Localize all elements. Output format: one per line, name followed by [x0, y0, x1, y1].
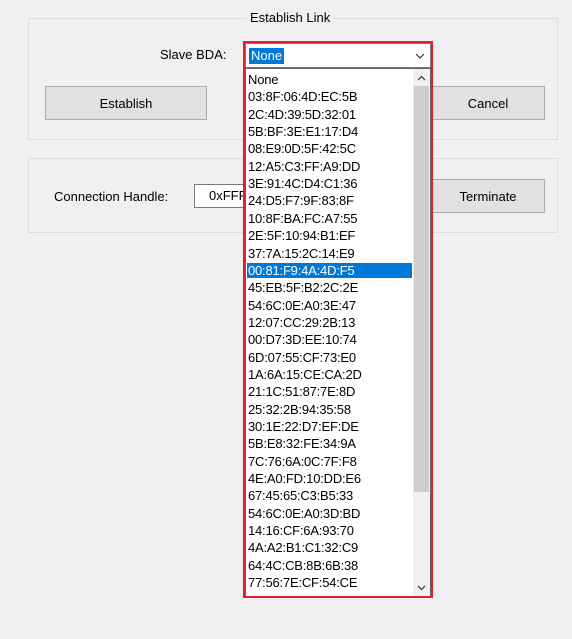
dropdown-option[interactable]: 21:1C:51:87:7E:8D [247, 384, 412, 399]
dropdown-option[interactable]: 64:4C:CB:8B:6B:38 [247, 558, 412, 573]
dropdown-option[interactable]: 1A:6A:15:CE:CA:2D [247, 367, 412, 382]
dropdown-option[interactable]: 30:1E:22:D7:EF:DE [247, 419, 412, 434]
dropdown-option[interactable]: 45:EB:5F:B2:2C:2E [247, 280, 412, 295]
dropdown-option[interactable]: 2C:4D:39:5D:32:01 [247, 107, 412, 122]
dropdown-option[interactable]: 4E:A0:FD:10:DD:E6 [247, 471, 412, 486]
scroll-down-icon[interactable] [413, 579, 430, 596]
scrollbar-thumb[interactable] [414, 86, 429, 492]
dropdown-option[interactable]: 6D:07:55:CF:73:E0 [247, 350, 412, 365]
dropdown-option[interactable]: 5B:BF:3E:E1:17:D4 [247, 124, 412, 139]
connection-handle-label: Connection Handle: [54, 189, 169, 204]
dropdown-option[interactable]: 25:32:2B:94:35:58 [247, 402, 412, 417]
dropdown-option[interactable]: 77:56:7E:CF:54:CE [247, 575, 412, 590]
dropdown-option[interactable]: 24:D5:F7:9F:83:8F [247, 193, 412, 208]
connection-handle-field[interactable]: 0xFFF [194, 184, 247, 208]
establish-link-title: Establish Link [247, 10, 334, 25]
dropdown-option[interactable]: 03:8F:06:4D:EC:5B [247, 89, 412, 104]
dropdown-option[interactable]: 4A:A2:B1:C1:32:C9 [247, 540, 412, 555]
dropdown-option[interactable]: 5B:E8:32:FE:34:9A [247, 436, 412, 451]
scroll-up-icon[interactable] [413, 69, 430, 86]
dropdown-option[interactable]: 08:E9:0D:5F:42:5C [247, 141, 412, 156]
establish-button[interactable]: Establish [45, 86, 207, 120]
dropdown-option[interactable]: 37:7A:15:2C:14:E9 [247, 246, 412, 261]
dropdown-option[interactable]: 14:16:CF:6A:93:70 [247, 523, 412, 538]
slave-bda-combobox[interactable]: None [245, 43, 431, 68]
dropdown-option[interactable]: 12:07:CC:29:2B:13 [247, 315, 412, 330]
dropdown-option[interactable]: 67:45:65:C3:B5:33 [247, 488, 412, 503]
dropdown-option[interactable]: 12:A5:C3:FF:A9:DD [247, 159, 412, 174]
dropdown-option[interactable]: 3E:91:4C:D4:C1:36 [247, 176, 412, 191]
dropdown-option[interactable]: 54:6C:0E:A0:3E:47 [247, 298, 412, 313]
cancel-button[interactable]: Cancel [431, 86, 545, 120]
dropdown-option[interactable]: 54:6C:0E:A0:3D:BD [247, 506, 412, 521]
dropdown-option[interactable]: 00:D7:3D:EE:10:74 [247, 332, 412, 347]
slave-bda-dropdown-list[interactable]: None 03:8F:06:4D:EC:5B 2C:4D:39:5D:32:01 5B… [245, 68, 431, 597]
dropdown-option[interactable]: 7C:76:6A:0C:7F:F8 [247, 454, 412, 469]
dropdown-option[interactable]: 00:81:F9:4A:4D:F5 [247, 262, 412, 278]
dropdown-option[interactable]: 10:8F:BA:FC:A7:55 [247, 211, 412, 226]
dropdown-option[interactable]: 2E:5F:10:94:B1:EF [247, 228, 412, 243]
vertical-scrollbar[interactable] [413, 69, 430, 596]
terminate-button[interactable]: Terminate [431, 179, 545, 213]
slave-bda-label: Slave BDA: [160, 47, 227, 62]
dropdown-option[interactable]: None [247, 72, 412, 87]
chevron-down-icon[interactable] [410, 44, 430, 67]
slave-bda-value: None [247, 47, 286, 65]
